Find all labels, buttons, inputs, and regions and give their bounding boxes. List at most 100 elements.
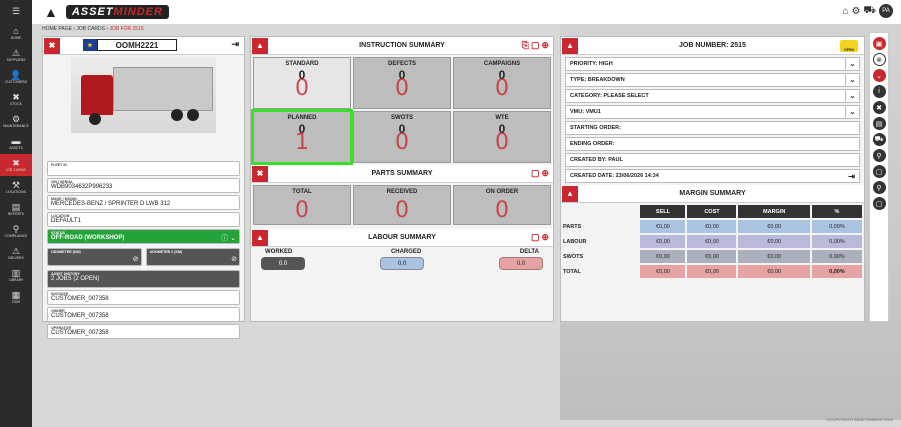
sidebar-item-reports[interactable]: ▤ Reports bbox=[0, 198, 32, 220]
type-select[interactable]: TYPE: BREAKDOWN ⌄ bbox=[565, 73, 860, 87]
edit-odometer2-icon[interactable]: ⊘ bbox=[231, 255, 237, 263]
sidebar-item-home[interactable]: ⌂ Home bbox=[0, 22, 32, 44]
sidebar-item-menu[interactable]: ☰ bbox=[0, 0, 32, 22]
search-icon[interactable]: ⚲ bbox=[872, 149, 886, 162]
worked-value[interactable]: 0.0 bbox=[261, 257, 305, 270]
priority-select[interactable]: PRIORITY: HIGH ⌄ bbox=[565, 57, 860, 71]
sidebar-item-maintenance[interactable]: ⚙ Maintenance bbox=[0, 110, 32, 132]
edit-odometer-icon[interactable]: ⊘ bbox=[133, 255, 139, 263]
document-icon[interactable]: ▢ bbox=[872, 165, 886, 178]
sidebar-item-job-cards[interactable]: ✖ Job Cards bbox=[0, 154, 32, 176]
margin-title: MARGIN SUMMARY bbox=[679, 190, 746, 197]
cell-title: WTE bbox=[495, 115, 509, 121]
gear-icon[interactable]: ⚙ bbox=[851, 6, 860, 17]
parts-grid: TOTAL 0 RECEIVED 0 ON ORDER 0 bbox=[251, 183, 553, 227]
parts-cell-total[interactable]: TOTAL 0 bbox=[253, 185, 351, 225]
delta-value[interactable]: 0.0 bbox=[499, 257, 543, 270]
add-icon[interactable]: ⊕ bbox=[541, 168, 549, 179]
charged-value[interactable]: 0.0 bbox=[380, 257, 424, 270]
document-icon[interactable]: ▢ bbox=[531, 232, 540, 243]
labour-tools: ▢ ⊕ bbox=[531, 232, 549, 243]
status-dropdown-icon[interactable]: ⓘ ⌄ bbox=[221, 233, 236, 243]
document-icon[interactable]: ▢ bbox=[531, 168, 540, 179]
sidebar-item-suppliers[interactable]: ⚠ Suppliers bbox=[0, 44, 32, 66]
job-number: JOB NUMBER: 2515 bbox=[679, 42, 746, 49]
instruction-cell-defects[interactable]: DEFECTS 0 0 bbox=[353, 57, 451, 109]
instruction-header: ▲ INSTRUCTION SUMMARY ⎘ ▢ ⊕ bbox=[251, 37, 553, 55]
asset-history-field[interactable]: ASSET HISTORY 2 JOBS (2 OPEN) bbox=[47, 270, 240, 288]
print-icon[interactable]: ▤ bbox=[872, 117, 886, 130]
cell-digit: 0 bbox=[295, 76, 309, 101]
vin-field[interactable]: VIN / SERIAL WDB9034632P996233 bbox=[47, 178, 240, 193]
zoom-icon[interactable]: ⚲ bbox=[872, 181, 886, 194]
add-icon[interactable]: ⊕ bbox=[541, 232, 549, 243]
sidebar-item-drivers[interactable]: ⚠ Drivers bbox=[0, 242, 32, 264]
logo-mark-icon: ▲ bbox=[44, 4, 58, 20]
category-select[interactable]: CATEGORY: PLEASE SELECT ⌄ bbox=[565, 89, 860, 103]
parts-cell-received[interactable]: RECEIVED 0 bbox=[353, 185, 451, 225]
avatar[interactable]: PA bbox=[879, 4, 893, 18]
created-date-field: CREATED DATE: 23/06/2026 14:34 ⇥ bbox=[565, 169, 860, 183]
sidebar-item-label: Home bbox=[10, 35, 22, 40]
sidebar-icon: ☰ bbox=[11, 5, 21, 16]
parts-cell-on-order[interactable]: ON ORDER 0 bbox=[453, 185, 551, 225]
sidebar-item-stock[interactable]: ✖ Stock bbox=[0, 88, 32, 110]
sidebar-item-label: Customers bbox=[4, 79, 27, 84]
starting-order-field[interactable]: STARTING ORDER: bbox=[565, 121, 860, 135]
odometer2-field[interactable]: ODOMETER 2 (KM) ⊘ bbox=[145, 248, 240, 266]
truck-icon[interactable]: ⛟ bbox=[872, 133, 886, 146]
breadcrumb: HOME PAGE › JOB CARDS › JOB FOR 2515 bbox=[42, 26, 144, 32]
sidebar-item-dsm[interactable]: ▦ DSM bbox=[0, 286, 32, 308]
breadcrumb-home[interactable]: HOME PAGE bbox=[42, 26, 72, 32]
truck-icon[interactable]: ⛟ bbox=[863, 5, 876, 18]
open-asset-icon[interactable]: ⇥ bbox=[231, 39, 239, 50]
sidebar-item-assets[interactable]: ▬ Assets bbox=[0, 132, 32, 154]
invoicee-field[interactable]: INVOICEE CUSTOMER_007358 bbox=[47, 290, 240, 305]
sidebar-item-label: Compliance bbox=[4, 233, 28, 238]
fleet-id-field[interactable]: FLEET ID bbox=[47, 161, 240, 176]
labour-labels: WORKED CHARGED DELTA bbox=[265, 249, 539, 255]
copy-icon[interactable]: ⎘ bbox=[522, 40, 529, 51]
truck-cab-shape bbox=[81, 75, 113, 115]
sidebar-item-label: Assets bbox=[9, 145, 23, 150]
operator-field[interactable]: OPERATOR CUSTOMER_007358 bbox=[47, 324, 240, 339]
sidebar-item-library[interactable]: ▥ Library bbox=[0, 264, 32, 286]
logo[interactable]: ▲ ASSETMINDER bbox=[44, 4, 169, 20]
sidebar-item-customers[interactable]: 👤 Customers bbox=[0, 66, 32, 88]
tools-icon[interactable]: ✖ bbox=[872, 101, 886, 114]
sidebar-icon: ⚒ bbox=[11, 179, 21, 190]
cell-title: SWOTS bbox=[391, 115, 413, 121]
document-icon[interactable]: ▢ bbox=[531, 40, 540, 51]
expand-icon[interactable]: ⌄ bbox=[872, 69, 886, 82]
sidebar-item-locations[interactable]: ⚒ Locations bbox=[0, 176, 32, 198]
instruction-title: INSTRUCTION SUMMARY bbox=[359, 42, 445, 49]
breadcrumb-jobcards[interactable]: JOB CARDS bbox=[76, 26, 105, 32]
close-icon[interactable]: ⊗ bbox=[872, 53, 886, 66]
owner-field[interactable]: OWNER CUSTOMER_007358 bbox=[47, 307, 240, 322]
save-icon[interactable]: ▣ bbox=[872, 37, 886, 50]
info-icon[interactable]: i bbox=[872, 85, 886, 98]
odometer-field[interactable]: ODOMETER (KM) ⊘ bbox=[47, 248, 142, 266]
instruction-cell-standard[interactable]: STANDARD 0 0 bbox=[253, 57, 351, 109]
vmu-select[interactable]: VMU: VMU1 ⌄ bbox=[565, 105, 860, 119]
ending-order-field[interactable]: ENDING ORDER: bbox=[565, 137, 860, 151]
location-field[interactable]: LOCATION DEFAULT1 bbox=[47, 212, 240, 227]
status-field[interactable]: STATUS OFF-ROAD (WORKSHOP) ⓘ ⌄ bbox=[47, 229, 240, 244]
tools-icon: ✖ bbox=[44, 37, 60, 54]
job-status-badge: OPEN bbox=[840, 40, 858, 52]
cell-title: RECEIVED bbox=[386, 189, 418, 195]
sidebar-item-compliance[interactable]: ⚲ Compliance bbox=[0, 220, 32, 242]
instruction-cell-planned[interactable]: PLANNED 0 1 bbox=[251, 109, 353, 165]
home-icon[interactable]: ⌂ bbox=[842, 6, 848, 17]
cell-digit: 0 bbox=[395, 76, 409, 101]
make-field[interactable]: MAKE / MODEL MERCEDES-BENZ / SPRINTER D L… bbox=[47, 195, 240, 210]
add-icon[interactable]: ⊕ bbox=[541, 40, 549, 51]
cell-title: STANDARD bbox=[285, 61, 319, 67]
instruction-cell-wte[interactable]: WTE 0 0 bbox=[453, 111, 551, 163]
file-icon[interactable]: ▢ bbox=[872, 197, 886, 210]
instruction-cell-campaigns[interactable]: CAMPAIGNS 0 0 bbox=[453, 57, 551, 109]
sidebar-item-label: Job Cards bbox=[6, 167, 26, 172]
cell-digit: 0 bbox=[495, 198, 509, 223]
instruction-cell-swots[interactable]: SWOTS 0 0 bbox=[353, 111, 451, 163]
share-icon[interactable]: ⇥ bbox=[848, 172, 855, 181]
